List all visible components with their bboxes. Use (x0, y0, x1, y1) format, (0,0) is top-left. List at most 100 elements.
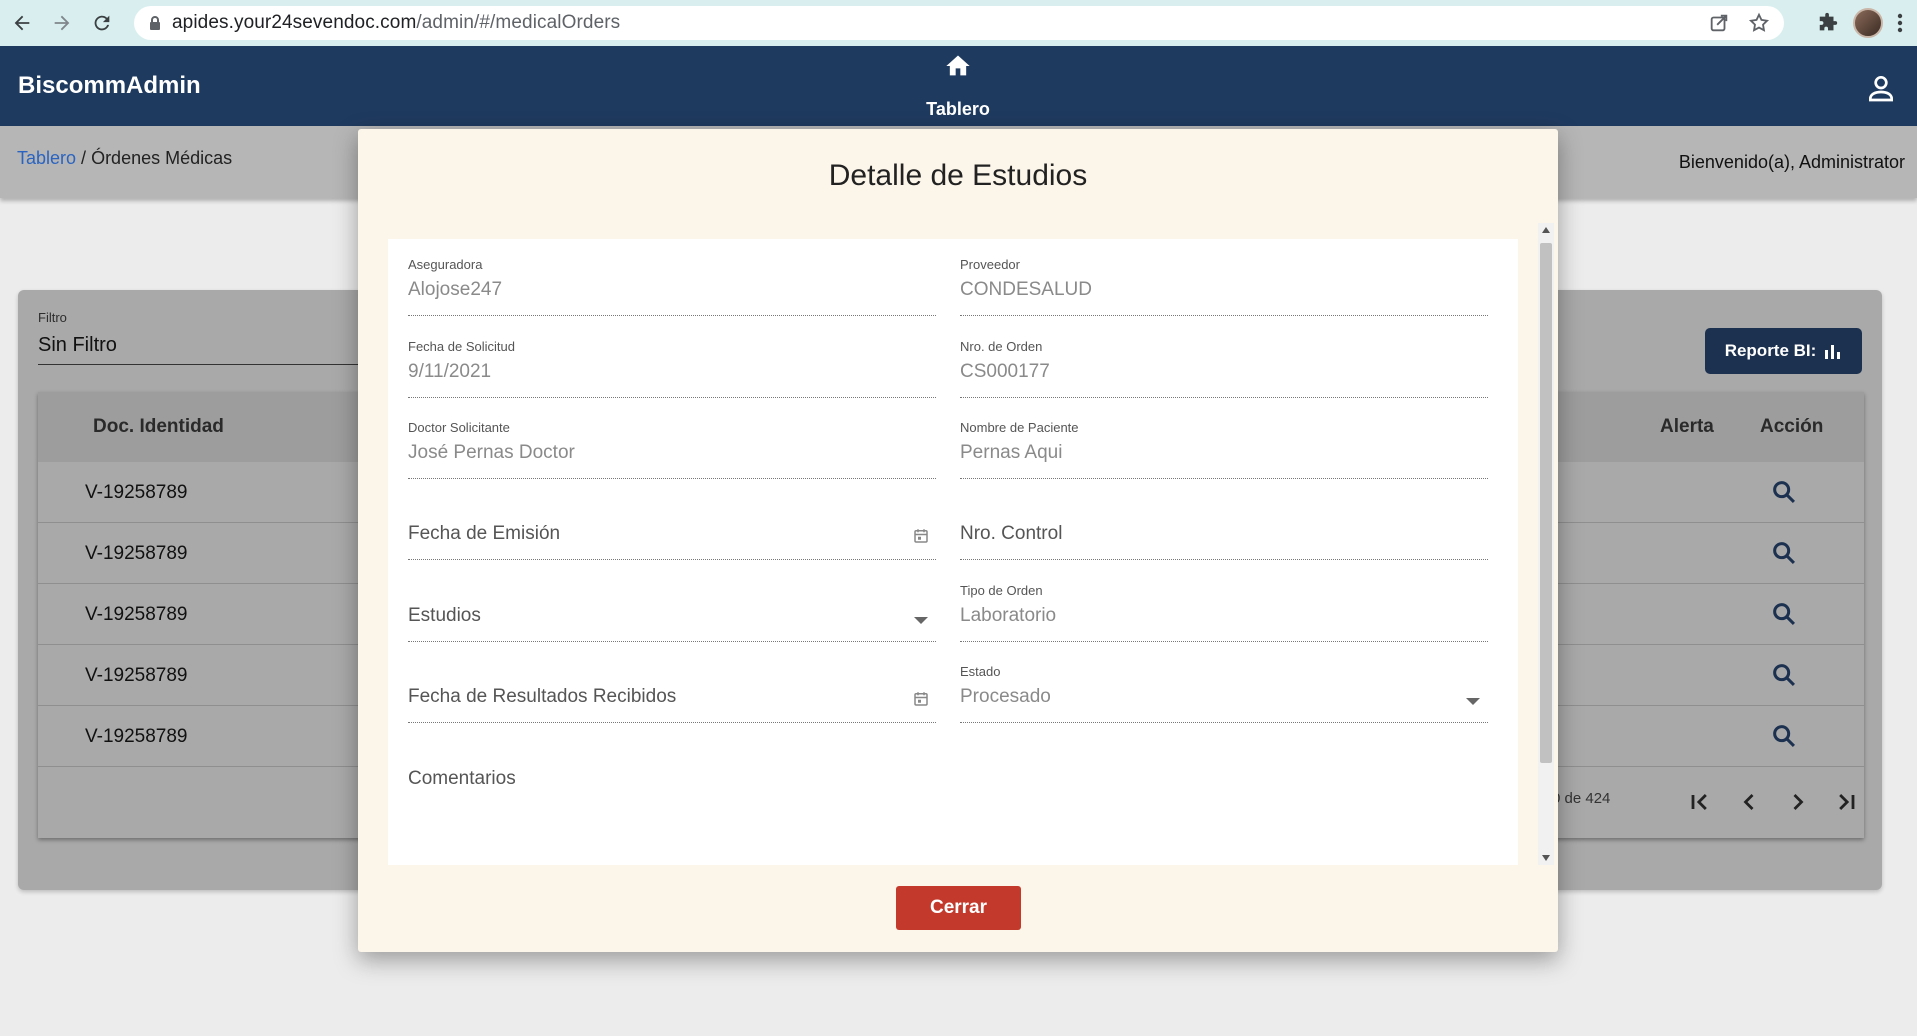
nro-orden-field[interactable]: Nro. de Orden CS000177 (960, 321, 1488, 401)
share-icon[interactable] (1708, 12, 1730, 34)
home-label: Tablero (926, 99, 990, 119)
chevron-down-icon (1466, 698, 1480, 705)
comentarios-placeholder: Comentarios (408, 768, 516, 789)
breadcrumb-link-tablero[interactable]: Tablero (17, 148, 76, 168)
fecha-solicitud-label: Fecha de Solicitud (408, 339, 515, 354)
cell-doc: V-19258789 (85, 665, 188, 686)
account-icon[interactable] (1865, 72, 1897, 104)
reload-button[interactable] (84, 5, 120, 41)
field-underline (408, 722, 936, 723)
home-nav-item[interactable]: Tablero (920, 52, 996, 120)
estudios-select[interactable]: Estudios (408, 565, 936, 645)
dialog-title: Detalle de Estudios (828, 159, 1088, 192)
browser-toolbar: apides.your24sevendoc.com/admin/#/medica… (0, 0, 1917, 46)
fecha-resultados-field[interactable]: Fecha de Resultados Recibidos (408, 646, 936, 726)
dialog-scrollbar[interactable] (1538, 223, 1554, 865)
column-header-alerta[interactable]: Alerta (1660, 416, 1714, 438)
doctor-value: José Pernas Doctor (408, 442, 575, 463)
lock-icon (150, 16, 160, 30)
nro-orden-value: CS000177 (960, 361, 1050, 382)
app-brand[interactable]: BiscommAdmin (18, 72, 201, 100)
field-underline (408, 478, 936, 479)
home-icon (946, 55, 970, 76)
prev-page-icon[interactable] (1735, 788, 1763, 816)
scroll-up-icon[interactable] (1542, 227, 1550, 233)
first-page-icon[interactable] (1686, 788, 1714, 816)
estado-select[interactable]: Estado Procesado (960, 646, 1488, 726)
bar-chart-icon (1825, 345, 1841, 359)
breadcrumb-separator: / (76, 148, 92, 168)
breadcrumb-current: Órdenes Médicas (91, 148, 233, 168)
paciente-label: Nombre de Paciente (960, 420, 1079, 435)
arrow-left-icon (14, 15, 30, 31)
calendar-icon[interactable] (912, 690, 930, 708)
doctor-label: Doctor Solicitante (408, 420, 510, 435)
column-header-accion[interactable]: Acción (1760, 416, 1823, 438)
chevron-down-icon (914, 617, 928, 624)
field-underline (960, 641, 1488, 642)
report-bi-label: Reporte BI: (1724, 341, 1817, 360)
cell-doc: V-19258789 (85, 726, 188, 747)
aseguradora-value: Alojose247 (408, 279, 503, 300)
field-underline (408, 397, 936, 398)
paciente-value: Pernas Aqui (960, 442, 1063, 463)
arrow-right-icon (54, 15, 70, 31)
address-bar[interactable]: apides.your24sevendoc.com/admin/#/medica… (134, 6, 1784, 40)
estado-label: Estado (960, 664, 1001, 679)
fecha-emision-field[interactable]: Fecha de Emisión (408, 483, 936, 563)
app-header: BiscommAdmin Tablero (0, 46, 1917, 126)
back-button[interactable] (4, 5, 40, 41)
forward-button[interactable] (44, 5, 80, 41)
aseguradora-label: Aseguradora (408, 257, 483, 272)
dialog-form: Aseguradora Alojose247 Proveedor CONDESA… (388, 239, 1518, 865)
proveedor-label: Proveedor (960, 257, 1020, 272)
puzzle-icon[interactable] (1817, 12, 1839, 34)
browser-extensions (1817, 0, 1917, 46)
nro-control-field[interactable]: Nro. Control (960, 483, 1488, 563)
comentarios-textarea[interactable]: Comentarios (408, 728, 1488, 858)
column-header-doc[interactable]: Doc. Identidad (93, 416, 224, 438)
estado-value: Procesado (960, 686, 1051, 707)
url-host: apides.your24sevendoc.com (172, 12, 417, 33)
aseguradora-field[interactable]: Aseguradora Alojose247 (408, 239, 936, 319)
search-icon[interactable] (1770, 478, 1798, 506)
fecha-emision-placeholder: Fecha de Emisión (408, 523, 561, 544)
scroll-down-icon[interactable] (1542, 855, 1550, 861)
welcome-text: Bienvenido(a), Administrator (1678, 152, 1905, 172)
field-underline (408, 315, 936, 316)
next-page-icon[interactable] (1784, 788, 1812, 816)
more-vert-icon[interactable] (1897, 12, 1903, 34)
breadcrumb: Tablero / Órdenes Médicas (17, 148, 232, 169)
cell-doc: V-19258789 (85, 482, 188, 503)
search-icon[interactable] (1770, 539, 1798, 567)
scroll-thumb[interactable] (1540, 243, 1552, 763)
search-icon[interactable] (1770, 661, 1798, 689)
tipo-orden-field[interactable]: Tipo de Orden Laboratorio (960, 565, 1488, 645)
tipo-orden-value: Laboratorio (960, 605, 1057, 626)
paciente-field[interactable]: Nombre de Paciente Pernas Aqui (960, 402, 1488, 482)
nro-control-placeholder: Nro. Control (960, 523, 1063, 544)
field-underline (960, 478, 1488, 479)
doctor-field[interactable]: Doctor Solicitante José Pernas Doctor (408, 402, 936, 482)
calendar-icon[interactable] (912, 527, 930, 545)
field-underline (960, 397, 1488, 398)
profile-avatar[interactable] (1853, 8, 1883, 38)
report-bi-button[interactable]: Reporte BI: (1705, 328, 1862, 374)
filter-select[interactable]: Sin Filtro (38, 334, 117, 357)
star-icon[interactable] (1748, 12, 1770, 34)
proveedor-field[interactable]: Proveedor CONDESALUD (960, 239, 1488, 319)
study-detail-dialog: Detalle de Estudios Aseguradora Alojose2… (358, 129, 1558, 952)
address-bar-actions (1708, 12, 1770, 34)
field-underline (960, 722, 1488, 723)
fecha-resultados-placeholder: Fecha de Resultados Recibidos (408, 686, 677, 707)
search-icon[interactable] (1770, 600, 1798, 628)
pagination-count: 0 de 424 (1552, 790, 1611, 807)
cell-doc: V-19258789 (85, 543, 188, 564)
field-underline (408, 641, 936, 642)
close-button[interactable]: Cerrar (896, 886, 1021, 930)
last-page-icon[interactable] (1832, 788, 1860, 816)
fecha-solicitud-value: 9/11/2021 (408, 361, 492, 382)
url-text: apides.your24sevendoc.com/admin/#/medica… (172, 12, 620, 34)
search-icon[interactable] (1770, 722, 1798, 750)
fecha-solicitud-field[interactable]: Fecha de Solicitud 9/11/2021 (408, 321, 936, 401)
